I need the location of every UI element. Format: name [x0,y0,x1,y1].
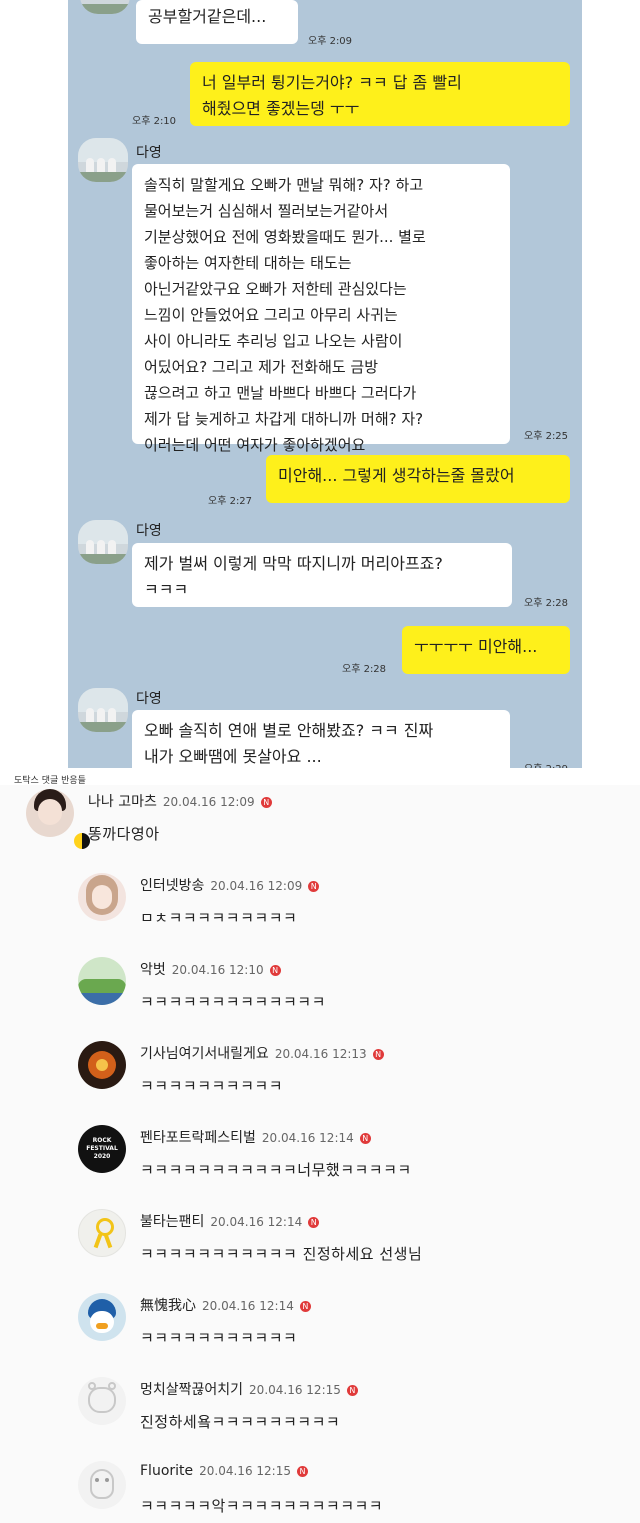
new-badge-icon: N [296,1466,308,1477]
avatar[interactable] [78,1461,126,1509]
comment-text: ㅋㅋㅋㅋㅋ악ㅋㅋㅋㅋㅋㅋㅋㅋㅋㅋㅋ [140,1497,384,1515]
comment-author[interactable]: 인터넷방송 20.04.16 12:09 N [140,875,320,895]
message-time: 오후 2:09 [308,36,353,47]
penguin-icon [90,1469,114,1499]
message-bubble-outgoing: 미안해... 그렇게 생각하는줄 몰랐어 [266,455,570,503]
comment-date: 20.04.16 12:14 [202,1299,294,1313]
message-time: 오후 2:29 [524,760,568,768]
comment-date: 20.04.16 12:09 [162,795,255,809]
new-badge-icon: N [269,965,281,976]
comment-text: ㅋㅋㅋㅋㅋㅋㅋㅋㅋㅋㅋㅋㅋ [140,993,326,1011]
new-badge-icon: N [260,797,272,808]
comment-text: 진정하세욬ㅋㅋㅋㅋㅋㅋㅋㅋㅋ [140,1413,341,1431]
message-time: 오후 2:28 [524,598,569,609]
comment-text: ㅁㅊㅋㅋㅋㅋㅋㅋㅋㅋㅋ [140,909,298,927]
avatar[interactable] [78,1209,126,1257]
new-badge-icon: N [308,881,320,892]
sender-avatar [78,138,128,182]
avatar[interactable] [26,789,74,837]
message-bubble-outgoing: 너 일부러 튕기는거야? ㅋㅋ 답 좀 빨리 해줬으면 좋겠는뎅 ㅜㅜ [190,62,570,126]
comment-author[interactable]: 기사님여기서내릴게요 20.04.16 12:13 N [140,1043,384,1063]
comment-date: 20.04.16 12:15 [199,1464,291,1478]
sender-avatar [80,0,130,14]
comment-author[interactable]: 펜타포트락페스티벌 20.04.16 12:14 N [140,1127,371,1147]
avatar[interactable]: ROCK FESTIVAL 2020 [78,1125,126,1173]
message-bubble-incoming: 공부할거같은데... [136,0,298,44]
comment-text: 똥까다영아 [88,825,160,843]
new-badge-icon: N [308,1217,320,1228]
chat-screenshot: 공부할거같은데... 오후 2:09 너 일부러 튕기는거야? ㅋㅋ 답 좀 빨… [68,0,582,768]
avatar[interactable] [78,1377,126,1425]
message-time: 오후 2:25 [524,431,569,442]
sender-name: 다영 [136,523,162,539]
comment-date: 20.04.16 12:13 [274,1047,367,1061]
comment-text: ㅋㅋㅋㅋㅋㅋㅋㅋㅋㅋㅋ너무했ㅋㅋㅋㅋㅋ [140,1161,412,1179]
avatar[interactable] [78,1293,126,1341]
sender-name: 다영 [136,145,162,161]
comment-date: 20.04.16 12:14 [261,1131,354,1145]
new-badge-icon: N [372,1049,384,1060]
comment-date: 20.04.16 12:09 [210,879,303,893]
avatar-logo-text: ROCK FESTIVAL 2020 [86,1137,118,1160]
new-badge-icon: N [359,1133,371,1144]
bear-icon [88,1387,116,1413]
message-bubble-incoming: 오빠 솔직히 연애 별로 안해봤죠? ㅋㅋ 진짜 내가 오빠땜에 못살아요 ..… [132,710,510,768]
avatar[interactable] [78,1041,126,1089]
comment-text: ㅋㅋㅋㅋㅋㅋㅋㅋㅋㅋㅋ 진정하세요 선생님 [140,1245,423,1263]
comment-date: 20.04.16 12:10 [171,963,264,977]
comment-author[interactable]: 멍치살짝끊어치기 20.04.16 12:15 N [140,1379,358,1399]
comment-date: 20.04.16 12:15 [249,1383,341,1397]
comment-date: 20.04.16 12:14 [210,1215,303,1229]
new-badge-icon: N [299,1301,311,1312]
comment-author[interactable]: Fluorite 20.04.16 12:15 N [140,1463,308,1479]
sender-avatar [78,688,128,732]
avatar[interactable] [78,957,126,1005]
comment-author[interactable]: 불타는팬티 20.04.16 12:14 N [140,1211,320,1231]
new-badge-icon: N [346,1385,358,1396]
comment-text: ㅋㅋㅋㅋㅋㅋㅋㅋㅋㅋㅋ [140,1329,298,1347]
comment-author[interactable]: 나나 고마츠 20.04.16 12:09 N [88,791,272,811]
message-time: 오후 2:10 [132,116,177,127]
sender-avatar [78,520,128,564]
message-bubble-incoming: 솔직히 말할게요 오빠가 맨날 뭐해? 자? 하고 물어보는거 심심해서 찔러보… [132,164,510,454]
message-time: 오후 2:27 [208,496,253,507]
comment-author[interactable]: 악벗 20.04.16 12:10 N [140,959,281,979]
comment-list: 나나 고마츠 20.04.16 12:09 N 똥까다영아 인터넷방송 20.04.1… [0,785,640,1523]
message-bubble-incoming: 제가 벌써 이렇게 막막 따지니까 머리아프죠? ㅋㅋㅋ [132,543,512,607]
comment-author[interactable]: 無愧我心 20.04.16 12:14 N [140,1295,311,1315]
sender-name: 다영 [136,691,162,707]
comment-text: ㅋㅋㅋㅋㅋㅋㅋㅋㅋㅋ [140,1077,284,1095]
message-bubble-outgoing: ㅜㅜㅜㅜ 미안해... [402,626,570,674]
message-time: 오후 2:28 [342,664,387,675]
avatar[interactable] [78,873,126,921]
